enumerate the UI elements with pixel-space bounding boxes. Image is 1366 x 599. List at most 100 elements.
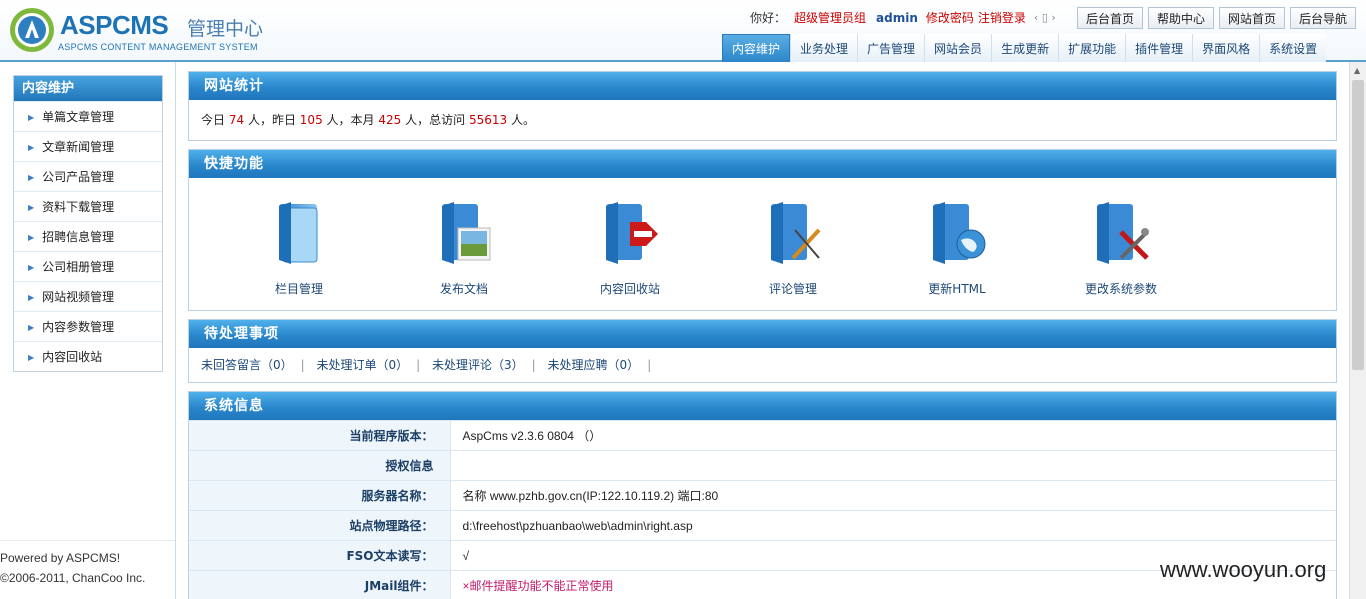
table-row: 授权信息 xyxy=(189,450,1336,481)
quick-recycle-bin[interactable]: 内容回收站 xyxy=(575,200,685,297)
powered-by: Powered by ASPCMS! ©2006-2011, ChanCoo I… xyxy=(0,548,145,588)
admin-home-button[interactable]: 后台首页 xyxy=(1077,7,1143,29)
quick-update-html[interactable]: 更新HTML xyxy=(902,200,1012,297)
main-content: 网站统计 今日 74 人，昨日 105 人，本月 425 人，总访问 55613… xyxy=(188,71,1337,599)
sidebar-item-label: 资料下载管理 xyxy=(42,200,115,214)
info-value: 名称 www.pzhb.gov.cn(IP:122.10.119.2) 端口:8… xyxy=(450,480,1336,511)
scroll-thumb[interactable] xyxy=(1352,80,1364,370)
quick-system-params[interactable]: 更改系统参数 xyxy=(1066,200,1176,297)
folder-book-icon xyxy=(279,202,318,264)
tab-members[interactable]: 网站会员 xyxy=(924,34,992,62)
tab-settings[interactable]: 系统设置 xyxy=(1259,34,1327,62)
folder-tools-icon xyxy=(1097,202,1149,264)
sidebar-item-single-article[interactable]: ▶ 单篇文章管理 xyxy=(14,101,162,131)
sidebar-item-recycle[interactable]: ▶ 内容回收站 xyxy=(14,341,162,371)
info-value xyxy=(450,450,1336,481)
panel-title: 系统信息 xyxy=(189,392,1336,420)
tab-plugins[interactable]: 插件管理 xyxy=(1125,34,1193,62)
sidebar-item-params[interactable]: ▶ 内容参数管理 xyxy=(14,311,162,341)
sidebar-item-label: 文章新闻管理 xyxy=(42,140,115,154)
site-home-button[interactable]: 网站首页 xyxy=(1219,7,1285,29)
sidebar-item-products[interactable]: ▶ 公司产品管理 xyxy=(14,161,162,191)
logo-subtitle-cn: 管理中心 xyxy=(187,18,264,40)
info-key: 当前程序版本： xyxy=(189,420,451,451)
month-count: 425 xyxy=(378,113,402,127)
quick-label: 栏目管理 xyxy=(274,282,323,296)
arrow-right-icon: ▶ xyxy=(28,263,35,272)
panel-title: 待处理事项 xyxy=(189,320,1336,348)
info-key: JMail组件： xyxy=(189,570,451,599)
stats-text: 人，总访问 xyxy=(405,113,466,127)
tab-generate[interactable]: 生成更新 xyxy=(991,34,1059,62)
admin-nav-button[interactable]: 后台导航 xyxy=(1290,7,1356,29)
greeting: 你好： xyxy=(750,11,787,25)
tab-content[interactable]: 内容维护 xyxy=(722,34,791,62)
todo-orders-link[interactable]: 未处理订单（0） xyxy=(317,358,409,372)
sidebar-item-downloads[interactable]: ▶ 资料下载管理 xyxy=(14,191,162,221)
yesterday-count: 105 xyxy=(299,113,323,127)
todo-comments-link[interactable]: 未处理评论（3） xyxy=(432,358,524,372)
arrow-right-icon: ▶ xyxy=(28,233,35,242)
info-key: FSO文本读写： xyxy=(189,540,451,571)
info-value: d:\freehost\pzhuanbao\web\admin\right.as… xyxy=(450,510,1336,541)
logo-subtitle-en: ASPCMS CONTENT MANAGEMENT SYSTEM xyxy=(58,42,258,52)
todo-messages-link[interactable]: 未回答留言（0） xyxy=(201,358,293,372)
sidebar-item-label: 网站视频管理 xyxy=(42,290,115,304)
sidebar-item-jobs[interactable]: ▶ 招聘信息管理 xyxy=(14,221,162,251)
arrow-right-icon: ▶ xyxy=(28,323,35,332)
panel-title: 网站统计 xyxy=(189,72,1336,100)
todo-list: 未回答留言（0） | 未处理订单（0） | 未处理评论（3） | 未处理应聘（0） | xyxy=(189,348,1336,382)
quick-label: 更新HTML xyxy=(928,282,986,296)
vertical-scrollbar[interactable]: ▲ xyxy=(1349,62,1366,599)
header: ASPCMS 管理中心 ASPCMS CONTENT MANAGEMENT SY… xyxy=(0,0,1366,62)
tab-extensions[interactable]: 扩展功能 xyxy=(1058,34,1126,62)
table-row: 当前程序版本： AspCms v2.3.6 0804 （） xyxy=(189,420,1336,451)
sidebar-item-label: 公司产品管理 xyxy=(42,170,115,184)
sidebar-item-videos[interactable]: ▶ 网站视频管理 xyxy=(14,281,162,311)
quick-label: 内容回收站 xyxy=(599,282,660,296)
scroll-up-icon[interactable]: ▲ xyxy=(1354,66,1360,75)
quick-comments[interactable]: 评论管理 xyxy=(738,200,848,297)
quick-label: 发布文档 xyxy=(439,282,488,296)
arrow-right-icon: ▶ xyxy=(28,353,35,362)
info-value: AspCms v2.3.6 0804 （） xyxy=(450,420,1336,451)
separator: | xyxy=(531,358,536,372)
help-center-button[interactable]: 帮助中心 xyxy=(1148,7,1214,29)
sidebar-item-news[interactable]: ▶ 文章新闻管理 xyxy=(14,131,162,161)
quick-publish-doc[interactable]: 发布文档 xyxy=(409,200,519,297)
visit-stats: 今日 74 人，昨日 105 人，本月 425 人，总访问 55613 人。 xyxy=(189,100,1336,140)
sidebar-item-albums[interactable]: ▶ 公司相册管理 xyxy=(14,251,162,281)
stats-text: 人，本月 xyxy=(326,113,375,127)
arrow-nav-icon[interactable]: ‹ ▯ › xyxy=(1034,11,1056,24)
stats-text: 人，昨日 xyxy=(247,113,296,127)
logo-text: ASPCMS xyxy=(60,10,169,40)
tab-business[interactable]: 业务处理 xyxy=(790,34,858,62)
change-password-link[interactable]: 修改密码 xyxy=(926,9,974,26)
tab-ads[interactable]: 广告管理 xyxy=(857,34,925,62)
info-key: 服务器名称： xyxy=(189,480,451,511)
sidebar-item-label: 内容回收站 xyxy=(42,350,103,364)
stats-text: 今日 xyxy=(201,113,226,127)
aspcms-logo-icon xyxy=(10,8,54,52)
stats-text: 人。 xyxy=(510,113,535,127)
folder-stop-icon xyxy=(606,202,658,264)
quick-panel: 快捷功能 栏目管理 发布文档 内容回收站 评论管理 更新HTML 更改系统参数 xyxy=(188,149,1337,311)
folder-globe-icon xyxy=(933,202,986,264)
logout-link[interactable]: 注销登录 xyxy=(978,9,1026,26)
separator: | xyxy=(647,358,652,372)
sidebar-item-label: 内容参数管理 xyxy=(42,320,115,334)
sidebar-menu: 内容维护 ▶ 单篇文章管理 ▶ 文章新闻管理 ▶ 公司产品管理 ▶ 资料下载管理 ▶ 招聘… xyxy=(13,75,163,372)
folder-picture-icon xyxy=(442,202,491,264)
quick-column-manage[interactable]: 栏目管理 xyxy=(244,200,354,297)
separator: | xyxy=(416,358,421,372)
tab-theme[interactable]: 界面风格 xyxy=(1192,34,1260,62)
panel-title: 快捷功能 xyxy=(189,150,1336,178)
arrow-right-icon: ▶ xyxy=(28,143,35,152)
arrow-right-icon: ▶ xyxy=(28,293,35,302)
username: admin xyxy=(876,10,918,25)
main-tabs: 内容维护 业务处理 广告管理 网站会员 生成更新 扩展功能 插件管理 界面风格 … xyxy=(722,34,1327,62)
total-count: 55613 xyxy=(468,113,508,127)
folder-pen-icon xyxy=(771,202,821,264)
todo-applications-link[interactable]: 未处理应聘（0） xyxy=(548,358,640,372)
watermark: www.wooyun.org xyxy=(1160,557,1327,582)
